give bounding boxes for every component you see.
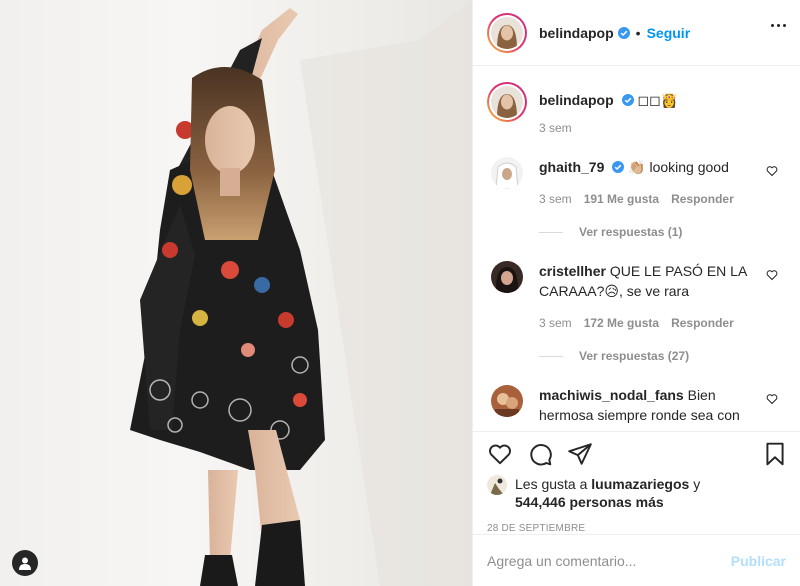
header-separator: • <box>635 24 641 41</box>
caption-avatar[interactable] <box>487 82 527 122</box>
caption-username[interactable]: belindapop <box>539 92 614 108</box>
verified-badge-icon <box>617 26 630 39</box>
caption-time[interactable]: 3 sem <box>539 121 678 135</box>
comment-username[interactable]: ghaith_79 <box>539 159 604 175</box>
comment-heart-icon[interactable] <box>766 165 778 177</box>
view-replies-label: Ver respuestas (27) <box>579 349 690 363</box>
view-replies-button[interactable]: Ver respuestas (1) <box>539 225 800 239</box>
post-photo[interactable] <box>0 0 472 586</box>
heart-icon[interactable] <box>487 441 513 467</box>
liker-username[interactable]: luumazariegos <box>591 476 689 492</box>
comment-item: ghaith_79 👏🏼 looking good 3 sem 191 Me g… <box>487 157 800 209</box>
more-options-icon[interactable] <box>771 24 786 27</box>
add-comment-bar: Publicar <box>473 534 800 586</box>
likes-joiner: y <box>693 476 701 492</box>
view-replies-label: Ver respuestas (1) <box>579 225 683 239</box>
likes-prefix: Les gusta a <box>515 476 588 492</box>
photo-illustration <box>130 0 472 586</box>
share-icon[interactable] <box>567 441 593 467</box>
comment-input[interactable] <box>487 552 731 569</box>
replies-divider <box>539 231 563 233</box>
publish-button[interactable]: Publicar <box>731 553 786 569</box>
verified-badge-icon <box>621 94 634 106</box>
comment-time[interactable]: 3 sem <box>539 313 572 333</box>
comment-item: cristellher QUE LE PASÓ EN LA CARAAA?😥, … <box>487 261 800 333</box>
bookmark-icon[interactable] <box>762 441 788 467</box>
likes-count[interactable]: 544,446 personas más <box>515 494 664 510</box>
post-side-panel: belindapop • Seguir belindapop ◻◻👸 3 sem… <box>472 0 800 586</box>
comment-icon[interactable] <box>527 441 553 467</box>
replies-divider <box>539 355 563 357</box>
comment-likes[interactable]: 191 Me gusta <box>584 189 659 209</box>
comment-item: machiwis_nodal_fans Bien hermosa siempre… <box>487 385 800 425</box>
caption-text: ◻◻👸 <box>637 92 679 108</box>
user-tag-icon[interactable] <box>12 550 38 576</box>
instagram-post: belindapop • Seguir belindapop ◻◻👸 3 sem… <box>0 0 800 586</box>
post-date[interactable]: 28 DE SEPTIEMBRE <box>473 511 800 534</box>
likes-summary: Les gusta a luumazariegos y 544,446 pers… <box>473 475 800 511</box>
verified-badge-icon <box>612 161 625 173</box>
view-replies-button[interactable]: Ver respuestas (27) <box>539 349 800 363</box>
reply-button[interactable]: Responder <box>671 313 734 333</box>
comments-list[interactable]: belindapop ◻◻👸 3 sem ghaith_79 👏🏼 lookin… <box>473 66 800 431</box>
reply-button[interactable]: Responder <box>671 189 734 209</box>
comment-text: 👏🏼 looking good <box>628 159 729 175</box>
avatar[interactable] <box>487 12 527 53</box>
follow-button[interactable]: Seguir <box>647 25 691 41</box>
comment-likes[interactable]: 172 Me gusta <box>584 313 659 333</box>
liker-avatar[interactable] <box>487 475 507 495</box>
comment-heart-icon[interactable] <box>766 393 778 405</box>
comment-username[interactable]: machiwis_nodal_fans <box>539 387 684 403</box>
header-username[interactable]: belindapop <box>539 25 614 41</box>
comment-heart-icon[interactable] <box>766 269 778 281</box>
commenter-avatar[interactable] <box>491 385 523 417</box>
commenter-avatar[interactable] <box>491 261 523 293</box>
post-actions-bar <box>473 431 800 475</box>
commenter-avatar[interactable] <box>491 157 523 189</box>
comment-time[interactable]: 3 sem <box>539 189 572 209</box>
post-caption: belindapop ◻◻👸 3 sem <box>487 82 800 135</box>
post-header: belindapop • Seguir <box>473 0 800 66</box>
comment-username[interactable]: cristellher <box>539 263 606 279</box>
